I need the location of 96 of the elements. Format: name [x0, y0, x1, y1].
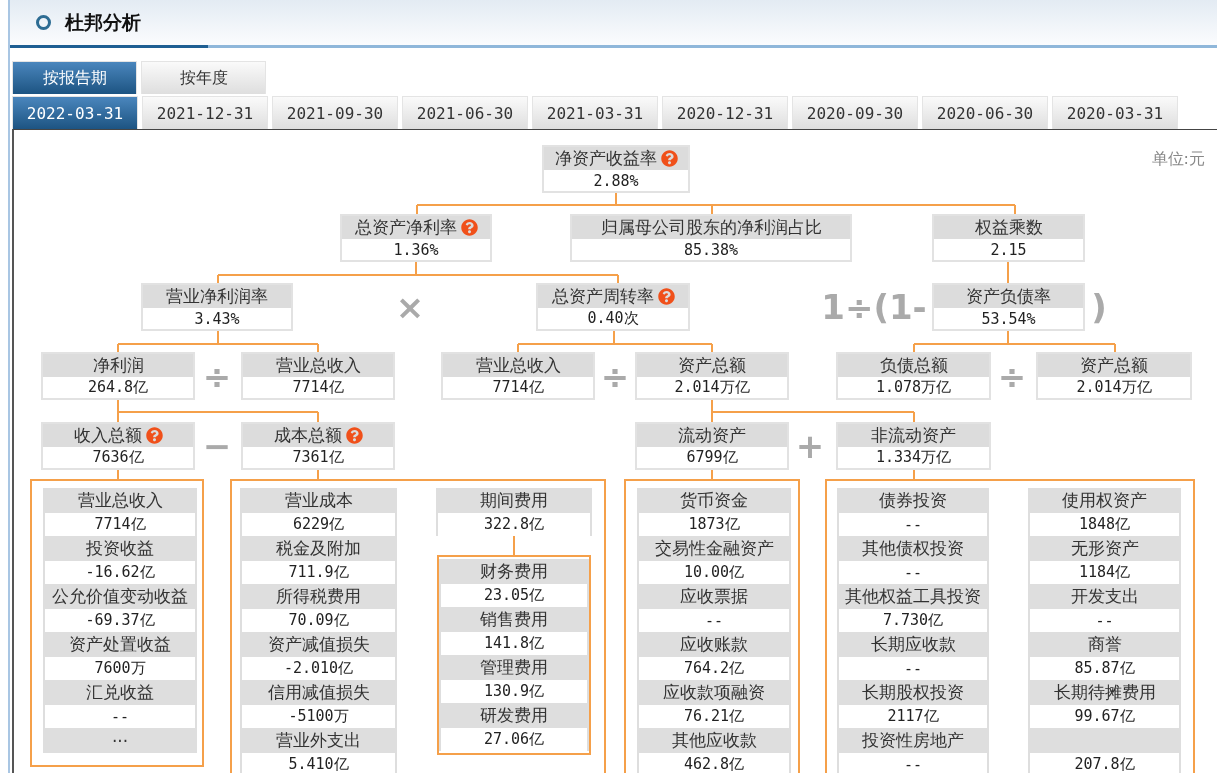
metric-label: 资产负债率 — [966, 285, 1051, 308]
circle-icon — [36, 15, 51, 30]
metric-label: 非流动资产 — [871, 424, 956, 447]
item-value: 10.00亿 — [639, 561, 789, 584]
metric-label: 资产总额 — [1080, 354, 1148, 377]
metric-label: 资产总额 — [678, 354, 746, 377]
item-value: 764.2亿 — [639, 657, 789, 680]
period-tab[interactable]: 2021-09-30 — [272, 96, 398, 129]
metric-label: 净资产收益率 — [554, 147, 657, 170]
operator-symbol: 1÷(1- — [821, 290, 927, 324]
metric-value: 7636亿 — [91, 447, 145, 468]
metric-label: 负债总额 — [879, 354, 948, 377]
item-value: -- — [839, 657, 987, 680]
metric-value: 6799亿 — [685, 447, 739, 468]
operator-symbol: ) — [1091, 290, 1107, 324]
item-value: 23.05亿 — [441, 584, 587, 607]
metric-value: 264.8亿 — [86, 377, 150, 398]
item-value: 141.8亿 — [441, 632, 587, 655]
period-tab[interactable]: 2021-03-31 — [532, 96, 658, 129]
help-icon[interactable] — [460, 219, 478, 236]
metric-label: 归属母公司股东的净利润占比 — [600, 216, 822, 239]
metric-label: 净利润 — [92, 354, 144, 377]
metric-value: 0.40次 — [586, 308, 640, 329]
item-value: -- — [839, 753, 987, 773]
metric-label: 权益乘数 — [974, 216, 1043, 239]
period-tab[interactable]: 2022-03-31 — [12, 96, 138, 129]
item-value: 99.67亿 — [1030, 705, 1179, 728]
connector-line — [1007, 261, 1009, 284]
metric-value: 2.014万亿 — [673, 377, 751, 398]
operator-symbol: ÷ — [202, 359, 232, 393]
item-value: -69.37亿 — [45, 609, 195, 632]
mode-tab[interactable]: 按年度 — [141, 61, 266, 94]
item-value: -- — [839, 513, 987, 536]
page-title: 杜邦分析 — [65, 9, 141, 35]
item-value: 7714亿 — [45, 513, 195, 536]
help-icon[interactable] — [660, 150, 678, 167]
operator-symbol: + — [795, 429, 825, 463]
metric-value: 3.43% — [193, 308, 241, 329]
metric-value: 7714亿 — [491, 377, 545, 398]
item-value: 130.9亿 — [441, 680, 587, 703]
period-tab[interactable]: 2020-03-31 — [1052, 96, 1178, 129]
period-tab[interactable]: 2020-09-30 — [792, 96, 918, 129]
operator-symbol: ÷ — [600, 359, 630, 393]
unit-label: 单位:元 — [1151, 149, 1205, 170]
metric-value: 2.014万亿 — [1075, 377, 1153, 398]
item-value: -2.010亿 — [242, 657, 395, 680]
help-icon[interactable] — [657, 288, 675, 305]
item-value: 462.8亿 — [639, 753, 789, 773]
metric-value: 1.36% — [392, 239, 440, 260]
item-value: -16.62亿 — [45, 561, 195, 584]
period-tab[interactable]: 2021-12-31 — [142, 96, 268, 129]
metric-label: 总资产净利率 — [354, 216, 457, 239]
item-value: 207.8亿 — [1030, 753, 1179, 773]
item-value: 70.09亿 — [242, 609, 395, 632]
item-value: -5100万 — [242, 705, 395, 728]
item-value: 1848亿 — [1030, 513, 1179, 536]
item-value: 1873亿 — [639, 513, 789, 536]
item-value: 711.9亿 — [242, 561, 395, 584]
item-value: 6229亿 — [242, 513, 395, 536]
metric-value: 1.334万亿 — [874, 447, 953, 468]
item-value: 5.410亿 — [242, 753, 395, 773]
period-tab[interactable]: 2020-12-31 — [662, 96, 788, 129]
metric-value: 2.88% — [592, 170, 640, 191]
item-value: -- — [839, 561, 987, 584]
item-value: 76.21亿 — [639, 705, 789, 728]
metric-value: 7714亿 — [291, 377, 345, 398]
metric-value: 2.15 — [989, 239, 1028, 260]
metric-value: 7361亿 — [291, 447, 345, 468]
metric-value: 53.54% — [980, 308, 1037, 329]
item-value: -- — [45, 705, 195, 728]
metric-label: 收入总额 — [73, 424, 142, 447]
period-tab[interactable]: 2021-06-30 — [402, 96, 528, 129]
operator-symbol: ÷ — [997, 359, 1027, 393]
metric-label: 流动资产 — [678, 424, 746, 447]
operator-symbol: − — [202, 429, 232, 463]
help-icon[interactable] — [145, 427, 163, 444]
item-value: -- — [1030, 609, 1179, 632]
metric-label: 总资产周转率 — [551, 285, 654, 308]
item-value: 85.87亿 — [1030, 657, 1179, 680]
item-value: 322.8亿 — [438, 513, 590, 536]
item-value: 2117亿 — [839, 705, 987, 728]
metric-value: 85.38% — [682, 239, 740, 260]
metric-label: 营业净利润率 — [166, 285, 268, 308]
item-value: 7.730亿 — [839, 609, 987, 632]
item-value: 1184亿 — [1030, 561, 1179, 584]
mode-tab[interactable]: 按报告期 — [12, 61, 137, 94]
item-value: -- — [639, 609, 789, 632]
metric-label: 营业总收入 — [475, 354, 561, 377]
item-value: 27.06亿 — [441, 728, 587, 751]
metric-label: 营业总收入 — [275, 354, 361, 377]
help-icon[interactable] — [345, 427, 363, 444]
period-tab[interactable]: 2020-06-30 — [922, 96, 1048, 129]
operator-symbol: × — [395, 290, 425, 324]
item-value: 7600万 — [45, 657, 195, 680]
metric-value: 1.078万亿 — [874, 377, 953, 398]
metric-label: 成本总额 — [273, 424, 342, 447]
